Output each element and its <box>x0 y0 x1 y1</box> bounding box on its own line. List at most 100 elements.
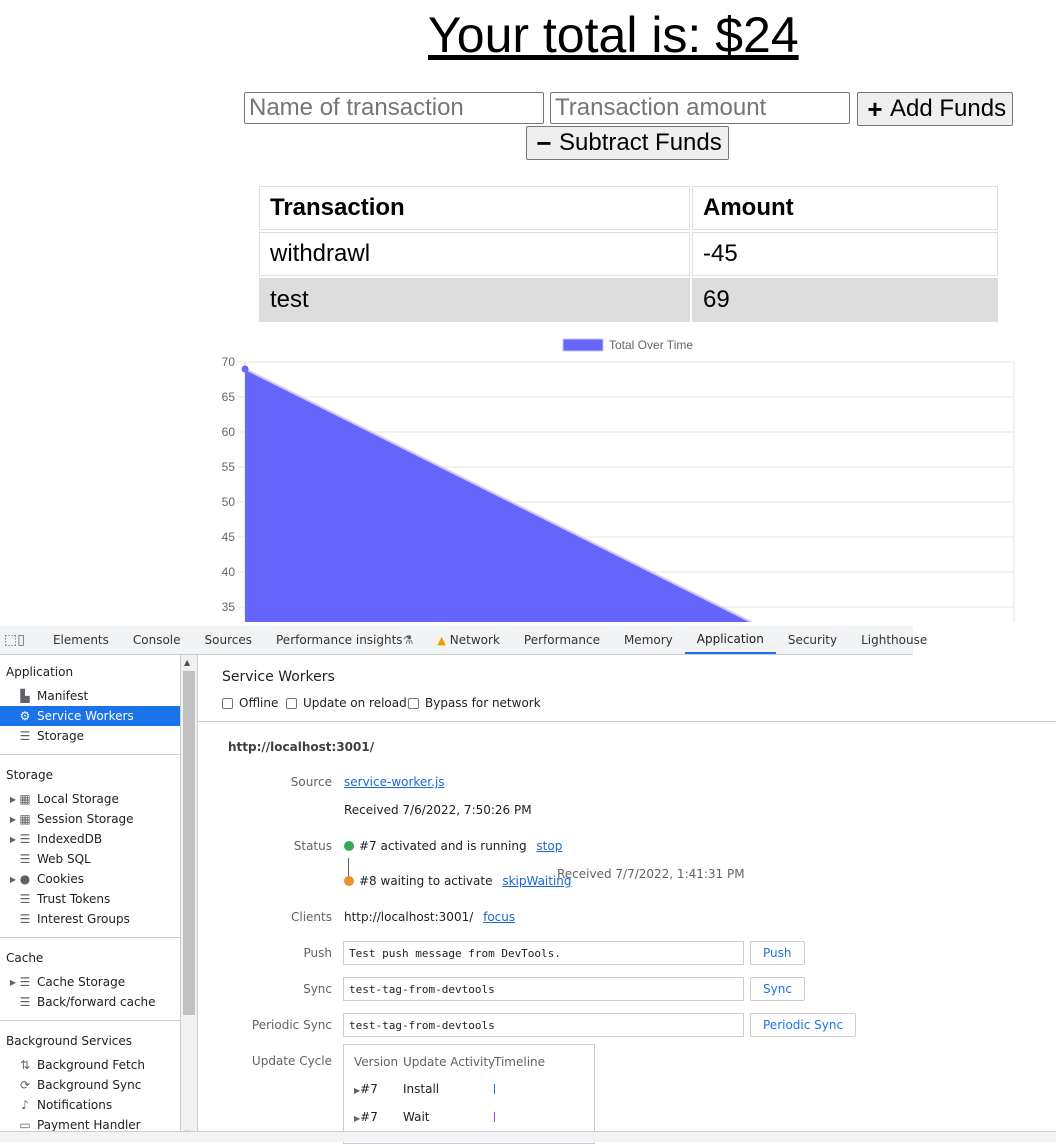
status-2: #8 waiting to activate <box>359 874 493 888</box>
tab-security[interactable]: Security <box>776 626 849 654</box>
table-header-row: Transaction Amount <box>259 186 998 230</box>
cycle-activity: Wait <box>403 1110 430 1124</box>
database-icon: ☰ <box>19 852 31 866</box>
table-row: withdrawl -45 <box>259 232 998 276</box>
database-icon: ☰ <box>19 832 31 846</box>
tab-application[interactable]: Application <box>684 626 776 654</box>
update-cycle-label: Update Cycle <box>251 1054 332 1068</box>
push-input[interactable]: Test push message from DevTools. <box>343 941 744 965</box>
legend-swatch <box>562 338 604 352</box>
column-header: Timeline <box>494 1055 546 1069</box>
cycle-version[interactable]: ▶#7 <box>354 1110 378 1124</box>
inspect-element-icon[interactable]: ⬚ <box>4 626 17 654</box>
sync-button[interactable]: Sync <box>750 977 805 1001</box>
source-link[interactable]: service-worker.js <box>344 775 445 789</box>
timeline-install-mark <box>494 1084 495 1094</box>
transactions-table: Transaction Amount withdrawl -45 test 69 <box>257 184 1000 324</box>
tab-network[interactable]: ▲ Network <box>425 626 512 654</box>
database-icon: ☰ <box>19 912 31 926</box>
y-tick-label: 70 <box>222 355 236 369</box>
sync-label: Sync <box>303 982 332 996</box>
sidebar-item-background-fetch[interactable]: ⇅ Background Fetch <box>0 1055 180 1075</box>
timeline-wait-mark <box>494 1112 495 1122</box>
client-url: http://localhost:3001/ <box>344 910 474 924</box>
sw-origin: http://localhost:3001/ <box>228 740 375 754</box>
sidebar-item-manifest[interactable]: ▙ Manifest <box>0 686 180 706</box>
arrows-updown-icon: ⇅ <box>19 1058 31 1072</box>
y-tick-label: 45 <box>222 530 236 544</box>
tab-sources[interactable]: Sources <box>193 626 264 654</box>
received-2: Received 7/7/2022, 1:41:31 PM <box>557 867 745 881</box>
sidebar-item-background-sync[interactable]: ⟳ Background Sync <box>0 1075 180 1095</box>
y-tick-label: 55 <box>222 460 236 474</box>
focus-link[interactable]: focus <box>483 910 515 924</box>
bell-icon: ♪ <box>21 1098 29 1112</box>
tab-memory[interactable]: Memory <box>612 626 685 654</box>
transaction-name-cell: test <box>259 278 690 322</box>
minus-icon: − <box>536 128 552 158</box>
sync-icon: ⟳ <box>19 1078 31 1092</box>
cycle-version[interactable]: ▶#7 <box>354 1082 378 1096</box>
subtract-funds-button[interactable]: − Subtract Funds <box>526 126 729 160</box>
tab-elements[interactable]: Elements <box>41 626 121 654</box>
service-workers-pane: Service Workers Offline Update on reload… <box>198 655 1056 1144</box>
y-tick-label: 40 <box>222 565 236 579</box>
column-header: Amount <box>692 186 998 230</box>
tab-performance[interactable]: Performance <box>512 626 612 654</box>
status-label: Status <box>293 839 332 853</box>
tab-performance-insights[interactable]: Performance insights ⚗ <box>264 626 425 654</box>
sidebar-item-interest-groups[interactable]: ☰ Interest Groups <box>0 909 180 929</box>
application-sidebar: Application ▙ Manifest ⚙ Service Workers ☰… <box>0 655 181 1141</box>
periodic-sync-input[interactable]: test-tag-from-devtools <box>343 1013 744 1037</box>
total-over-time-chart: 70 65 60 55 50 45 40 35 Total Over Time <box>222 338 1015 622</box>
status-1: #7 activated and is running <box>359 839 527 853</box>
status-green-dot <box>344 841 354 851</box>
sidebar-item-trust-tokens[interactable]: ☰ Trust Tokens <box>0 889 180 909</box>
devtools-panel: ⬚ ▯ Elements Console Sources Performance in… <box>0 626 1056 1144</box>
data-point <box>241 365 249 373</box>
periodic-sync-label: Periodic Sync <box>251 1018 332 1032</box>
transaction-name-input[interactable] <box>244 92 544 124</box>
plus-icon: + <box>867 94 883 124</box>
bypass-for-network-checkbox[interactable]: Bypass for network <box>408 696 541 710</box>
file-icon: ▙ <box>20 689 30 703</box>
sidebar-item-service-workers[interactable]: ⚙ Service Workers <box>0 706 180 726</box>
card-icon: ▭ <box>19 1118 31 1132</box>
column-header: Update Activity <box>403 1055 496 1069</box>
sidebar-item-storage[interactable]: ☰ Storage <box>0 726 180 746</box>
source-label: Source <box>290 775 332 789</box>
table-row: test 69 <box>259 278 998 322</box>
sidebar-item-back-forward-cache[interactable]: ☰ Back/forward cache <box>0 992 180 1012</box>
sidebar-item-web-sql[interactable]: ☰ Web SQL <box>0 849 180 869</box>
periodic-sync-button[interactable]: Periodic Sync <box>750 1013 857 1037</box>
transaction-amount-cell: -45 <box>692 232 998 276</box>
device-toolbar-icon[interactable]: ▯ <box>17 626 25 654</box>
database-icon: ☰ <box>19 975 31 989</box>
sidebar-item-cache-storage[interactable]: ▶ ☰ Cache Storage <box>0 972 180 992</box>
sidebar-item-cookies[interactable]: ▶ ● Cookies <box>0 869 180 889</box>
sync-input[interactable]: test-tag-from-devtools <box>343 977 744 1001</box>
tab-lighthouse[interactable]: Lighthouse <box>849 626 939 654</box>
stop-link[interactable]: stop <box>536 839 562 853</box>
sidebar-item-session-storage[interactable]: ▶ ▦ Session Storage <box>0 809 180 829</box>
add-funds-button[interactable]: + Add Funds <box>857 92 1014 126</box>
sidebar-item-indexeddb[interactable]: ▶ ☰ IndexedDB <box>0 829 180 849</box>
update-on-reload-checkbox[interactable]: Update on reload <box>286 696 407 710</box>
sidebar-item-notifications[interactable]: ♪ Notifications <box>0 1095 180 1115</box>
scrollbar-thumb[interactable] <box>183 671 195 1015</box>
push-button[interactable]: Push <box>750 941 805 965</box>
scroll-up-icon[interactable]: ▲ <box>184 658 190 667</box>
legend-label: Total Over Time <box>609 338 693 352</box>
tab-console[interactable]: Console <box>121 626 193 654</box>
database-icon: ☰ <box>19 729 31 743</box>
subtract-funds-label: Subtract Funds <box>559 129 722 156</box>
offline-checkbox[interactable]: Offline <box>222 696 278 710</box>
warning-icon: ▲ <box>437 633 446 647</box>
total-heading: Your total is: $24 <box>428 7 799 63</box>
grid-icon: ▦ <box>19 792 31 806</box>
pane-title: Service Workers <box>222 669 335 685</box>
sidebar-scrollbar[interactable]: ▲ ▼ <box>181 655 198 1141</box>
sidebar-item-local-storage[interactable]: ▶ ▦ Local Storage <box>0 789 180 809</box>
section-storage: Storage <box>6 768 53 782</box>
transaction-amount-input[interactable] <box>550 92 850 124</box>
